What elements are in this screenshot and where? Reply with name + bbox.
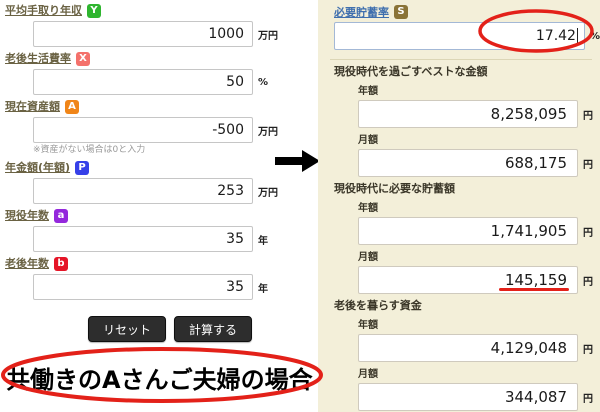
field-working-years: 現役年数 a 35 年 <box>5 209 300 252</box>
required-savings-annual-label: 年額 <box>358 203 378 214</box>
case-caption: 共働きのAさんご夫婦の場合 <box>6 366 313 394</box>
best-amount-section-title: 現役時代を過ごすベストな金額 <box>334 65 488 78</box>
retirement-years-value: 35 <box>226 279 244 295</box>
current-assets-input[interactable]: -500 <box>33 117 253 143</box>
variable-p-badge: P <box>75 161 90 175</box>
best-amount-monthly-output[interactable]: 688,175 <box>358 149 578 177</box>
retirement-years-input[interactable]: 35 <box>33 274 253 300</box>
average-income-label[interactable]: 平均手取り年収 <box>5 4 82 18</box>
average-income-unit: 万円 <box>258 30 278 42</box>
retirement-funds-annual-unit: 円 <box>583 344 593 356</box>
retirement-years-unit: 年 <box>258 283 268 295</box>
retirement-funds-monthly-unit: 円 <box>583 393 593 405</box>
field-current-assets: 現在資産額 A -500 万円 ※資産がない場合は0と入力 <box>5 100 300 156</box>
best-amount-monthly-value: 688,175 <box>504 154 567 172</box>
required-savings-monthly-label: 月額 <box>358 252 378 263</box>
current-assets-note: ※資産がない場合は0と入力 <box>33 145 146 155</box>
variable-a-badge: A <box>65 100 79 114</box>
retirement-funds-section-title: 老後を暮らす資金 <box>334 299 422 312</box>
field-pension-amount: 年金額(年額) P 253 万円 <box>5 161 300 204</box>
current-assets-value: -500 <box>212 122 244 138</box>
best-amount-annual-value: 8,258,095 <box>490 105 567 123</box>
working-years-unit: 年 <box>258 235 268 247</box>
best-amount-annual-unit: 円 <box>583 110 593 122</box>
calculate-button[interactable]: 計算する <box>174 316 252 342</box>
variable-small-b-badge: b <box>54 257 68 271</box>
required-savings-rate-unit: % <box>589 30 600 42</box>
retirement-funds-annual-label: 年額 <box>358 320 378 331</box>
right-arrow-icon <box>275 150 320 172</box>
field-retirement-expense-rate: 老後生活費率 X 50 % <box>5 52 300 95</box>
pension-amount-value: 253 <box>217 183 244 199</box>
working-years-label[interactable]: 現役年数 <box>5 209 49 223</box>
variable-s-badge: S <box>394 4 408 19</box>
required-savings-annual-unit: 円 <box>583 227 593 239</box>
pension-amount-label[interactable]: 年金額(年額) <box>5 161 70 175</box>
text-cursor <box>576 28 578 44</box>
retirement-years-label[interactable]: 老後年数 <box>5 257 49 271</box>
required-savings-rate-input[interactable]: 17.42 <box>334 22 585 50</box>
required-savings-rate-label[interactable]: 必要貯蓄率 <box>334 4 389 20</box>
result-panel: 必要貯蓄率 S 17.42 % 現役時代を過ごすベストな金額 年額 8,258,… <box>318 0 600 412</box>
required-savings-annual-value: 1,741,905 <box>490 222 567 240</box>
current-assets-label[interactable]: 現在資産額 <box>5 100 60 114</box>
retirement-funds-monthly-output[interactable]: 344,087 <box>358 383 578 411</box>
average-income-input[interactable]: 1000 <box>33 21 253 47</box>
retirement-expense-rate-unit: % <box>258 76 269 88</box>
required-savings-monthly-output[interactable]: 145,159 <box>358 266 578 294</box>
variable-x-badge: X <box>76 52 90 66</box>
retirement-funds-annual-value: 4,129,048 <box>490 339 567 357</box>
working-years-value: 35 <box>226 231 244 247</box>
best-amount-annual-output[interactable]: 8,258,095 <box>358 100 578 128</box>
current-assets-unit: 万円 <box>258 126 278 138</box>
required-savings-rate-value: 17.42 <box>535 28 576 44</box>
red-underline-annotation <box>499 288 569 291</box>
retirement-funds-annual-output[interactable]: 4,129,048 <box>358 334 578 362</box>
reset-button[interactable]: リセット <box>88 316 166 342</box>
retirement-expense-rate-input[interactable]: 50 <box>33 69 253 95</box>
required-savings-annual-output[interactable]: 1,741,905 <box>358 217 578 245</box>
best-amount-annual-label: 年額 <box>358 86 378 97</box>
retirement-funds-monthly-label: 月額 <box>358 369 378 380</box>
input-form: 平均手取り年収 Y 1000 万円 老後生活費率 X 50 % 現在資産額 A … <box>0 0 300 342</box>
best-amount-monthly-label: 月額 <box>358 135 378 146</box>
field-average-income: 平均手取り年収 Y 1000 万円 <box>5 4 300 47</box>
panel-divider <box>330 59 592 60</box>
best-amount-monthly-unit: 円 <box>583 159 593 171</box>
average-income-value: 1000 <box>208 26 244 42</box>
variable-y-badge: Y <box>87 4 101 18</box>
required-savings-monthly-value: 145,159 <box>504 271 567 289</box>
working-years-input[interactable]: 35 <box>33 226 253 252</box>
retirement-expense-rate-label[interactable]: 老後生活費率 <box>5 52 71 66</box>
required-savings-monthly-unit: 円 <box>583 276 593 288</box>
retirement-expense-rate-value: 50 <box>226 74 244 90</box>
retirement-funds-monthly-value: 344,087 <box>504 388 567 406</box>
pension-amount-input[interactable]: 253 <box>33 178 253 204</box>
pension-amount-unit: 万円 <box>258 187 278 199</box>
required-savings-section-title: 現役時代に必要な貯蓄額 <box>334 182 455 195</box>
variable-small-a-badge: a <box>54 209 68 223</box>
field-retirement-years: 老後年数 b 35 年 <box>5 257 300 300</box>
